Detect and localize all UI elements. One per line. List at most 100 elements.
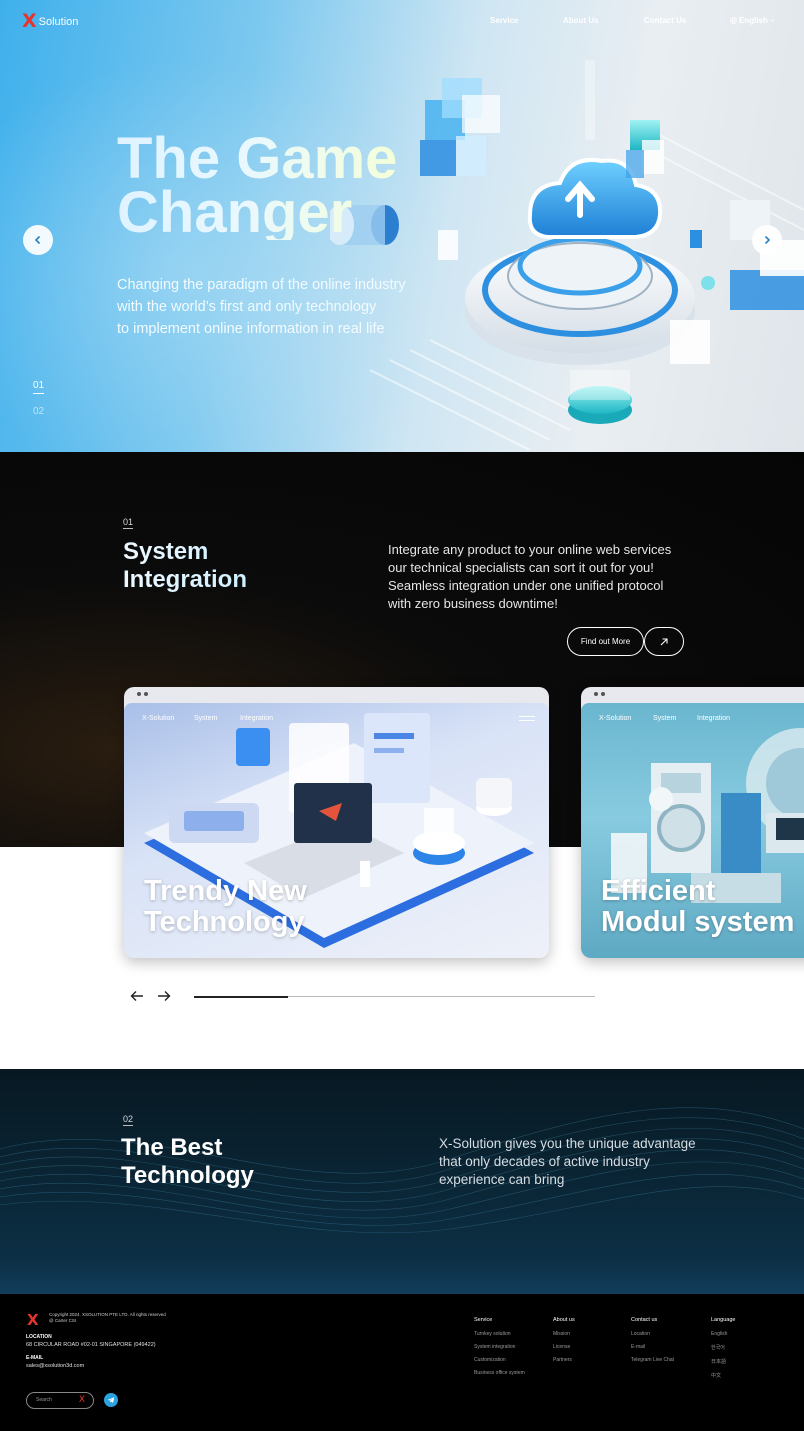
section1-desc-line-2: our technical specialists can sort it ou… [388, 560, 654, 575]
carousel-next-button[interactable] [157, 989, 171, 1006]
nav-service[interactable]: Service [490, 16, 518, 25]
carousel-prev-button[interactable] [130, 989, 144, 1006]
hero-title-line-1: The Game [117, 126, 398, 191]
slide-indicator-01[interactable]: 01 [33, 380, 45, 394]
footer-logo[interactable]: X [27, 1311, 39, 1329]
footer-lang-english[interactable]: English [711, 1331, 735, 1337]
chevron-down-icon [770, 19, 775, 22]
card-nav-system: System [194, 715, 218, 722]
section2-desc-line-2: that only decades of active industry [439, 1154, 650, 1169]
arrow-right-icon [158, 991, 171, 1001]
copyright-line-2: @ Carter CSI [49, 1318, 77, 1323]
card-nav-system: System [653, 715, 677, 722]
find-out-more-button[interactable]: Find out More [567, 627, 644, 656]
section1-title-line-1: System [123, 538, 209, 565]
card-image: X-Solution System Integration Trendy New… [124, 703, 549, 958]
find-out-more-arrow-button[interactable] [644, 627, 684, 656]
footer-link-system-integration[interactable]: System integration [474, 1344, 525, 1350]
footer-heading-language: Language [711, 1317, 736, 1323]
slide-indicator-02[interactable]: 02 [33, 406, 44, 417]
section1-desc-line-4: with zero business downtime! [388, 596, 558, 611]
section2-desc-line-3: experience can bring [439, 1172, 565, 1187]
logo-x-mark: X [22, 10, 37, 32]
footer-link-mission[interactable]: Mission [553, 1331, 575, 1337]
carousel-card-trendy-new-technology[interactable]: X-Solution System Integration Trendy New… [124, 687, 549, 958]
footer-link-customization[interactable]: Customization [474, 1357, 525, 1363]
footer-lang-japanese[interactable]: 日本語 [711, 1358, 735, 1365]
footer-heading-service: Service [474, 1317, 493, 1323]
footer-column-contact: Contact us Location E-mail Telegram Live… [631, 1317, 674, 1370]
section1-desc-line-3: Seamless integration under one unified p… [388, 578, 664, 593]
window-dots [594, 692, 605, 696]
footer-column-service: Service Turnkey solution System integrat… [474, 1317, 525, 1383]
system-integration-title: System Integration [123, 538, 247, 594]
arrow-up-right-icon [660, 637, 668, 645]
hero-subtitle-line-3: to implement online information in real … [117, 321, 385, 337]
window-dots [137, 692, 148, 696]
search-placeholder: Search [36, 1397, 52, 1403]
hero-next-button[interactable] [752, 225, 782, 255]
system-integration-description: Integrate any product to your online web… [388, 541, 671, 613]
carousel-progress-track [194, 995, 595, 998]
carousel-progress-fill [194, 995, 289, 998]
email-value[interactable]: sales@xsolution3d.com [26, 1363, 84, 1369]
footer-link-partners[interactable]: Partners [553, 1357, 575, 1363]
section2-desc-line-1: X-Solution gives you the unique advantag… [439, 1136, 696, 1151]
section2-title-line-1: The Best [121, 1134, 223, 1161]
footer-heading-about: About us [553, 1317, 575, 1323]
hero-subtitle: Changing the paradigm of the online indu… [117, 274, 457, 340]
hero-title: The Game Changer [117, 132, 397, 240]
chevron-left-icon [34, 235, 41, 245]
card2-title-line-1: Efficient [601, 875, 716, 907]
hero-tech-illustration [330, 60, 804, 451]
hamburger-menu-icon [519, 716, 535, 724]
footer-lang-korean[interactable]: 한국어 [711, 1344, 735, 1351]
card-nav-integration: Integration [697, 715, 731, 722]
arrow-left-icon [130, 991, 143, 1001]
card-nav-integration: Integration [240, 715, 274, 722]
card2-title-line-2: Modul system [601, 906, 795, 938]
section1-title-line-2: Integration [123, 566, 247, 593]
chevron-right-icon [764, 235, 771, 245]
hero-subtitle-line-2: with the world’s first and only technolo… [117, 299, 377, 315]
best-technology-title: The Best Technology [121, 1134, 254, 1190]
search-x-icon[interactable]: X [79, 1395, 85, 1405]
site-logo[interactable]: X Solution [22, 12, 78, 31]
card1-title-line-2: Technology [144, 906, 305, 938]
footer-link-email[interactable]: E-mail [631, 1344, 674, 1350]
footer-lang-chinese[interactable]: 中文 [711, 1372, 735, 1379]
globe-icon [730, 17, 737, 24]
language-selector[interactable]: English [730, 16, 775, 25]
card1-title-line-1: Trendy New [144, 875, 307, 907]
card-title: Efficient Modul system [601, 876, 794, 938]
footer-heading-contact: Contact us [631, 1317, 658, 1323]
telegram-icon [107, 1397, 115, 1403]
hero-prev-button[interactable] [23, 225, 53, 255]
logo-text: Solution [38, 15, 79, 28]
footer-search-input[interactable]: Search X [26, 1392, 94, 1409]
card-nav-xsolution: X-Solution [142, 715, 175, 722]
nav-about-us[interactable]: About Us [563, 16, 599, 25]
footer-link-location[interactable]: Location [631, 1331, 674, 1337]
carousel-card-efficient-modul-system[interactable]: X-Solution System Integration Efficient … [581, 687, 804, 958]
footer-column-language: Language English 한국어 日本語 中文 [711, 1317, 735, 1386]
location-label: LOCATION [26, 1334, 52, 1340]
section1-desc-line-1: Integrate any product to your online web… [388, 542, 672, 557]
footer-link-license[interactable]: License [553, 1344, 575, 1350]
footer-copyright: Copyright 2024. XSOLUTION PTE LTD. All r… [49, 1312, 166, 1324]
section2-title-line-2: Technology [121, 1162, 254, 1189]
location-value: 68 CIRCULAR ROAD #02-01 SINGAPORE (04942… [26, 1342, 156, 1348]
card-title: Trendy New Technology [144, 876, 307, 938]
email-label: E-MAIL [26, 1355, 44, 1361]
footer-column-about: About us Mission License Partners [553, 1317, 575, 1370]
hero-title-line-2: Changer [117, 180, 353, 245]
hero-section: X Solution Service About Us Contact Us E… [0, 0, 804, 452]
nav-contact-us[interactable]: Contact Us [644, 16, 686, 25]
footer-link-business-office-system[interactable]: Business office system [474, 1370, 525, 1376]
footer-link-telegram-live-chat[interactable]: Telegram Live Chat [631, 1357, 674, 1363]
language-label: English [739, 16, 768, 25]
telegram-button[interactable] [104, 1393, 118, 1407]
card-image: X-Solution System Integration Efficient … [581, 703, 804, 958]
hero-subtitle-line-1: Changing the paradigm of the online indu… [117, 277, 406, 293]
footer-link-turnkey-solution[interactable]: Turnkey solution [474, 1331, 525, 1337]
